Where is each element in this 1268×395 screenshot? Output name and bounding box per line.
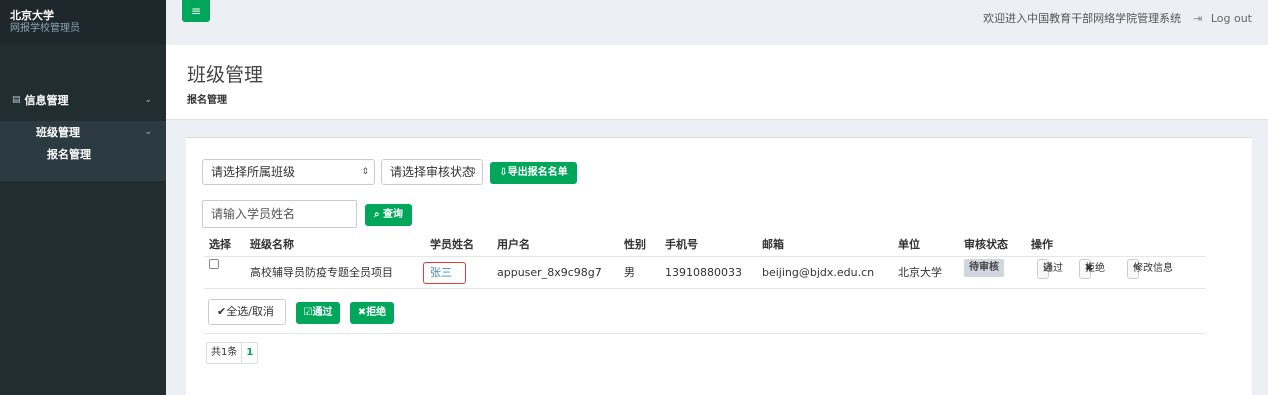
sidebar-item-label: 班级管理	[36, 126, 80, 139]
select-all-label: 全选/取消	[226, 305, 274, 318]
check-icon: ✔	[217, 305, 227, 318]
cell-class-name: 高校辅导员防疫专题全员项目	[250, 266, 393, 279]
col-header: 审核状态	[964, 238, 1008, 251]
cell-username: appuser_8x9c98g7	[497, 266, 602, 279]
col-header: 性别	[624, 238, 646, 251]
chevron-down-icon: ⌄	[144, 127, 152, 137]
row-reject-button[interactable]: ✖ 拒绝	[1079, 259, 1105, 279]
sidebar: 北京大学 网报学校管理员 ▤ 信息管理 ⌄ 班级管理 ⌄ 报名管理	[0, 0, 166, 395]
table-header: 选择 班级名称 学员姓名 用户名 性别 手机号 邮箱 单位 审核状态 操作	[186, 236, 1206, 256]
approve-label: 通过	[1043, 263, 1063, 274]
pager-total: 共1条	[211, 347, 238, 358]
welcome-text: 欢迎进入中国教育干部网络学院管理系统	[983, 12, 1182, 25]
content-header: 班级管理 报名管理	[166, 45, 1268, 120]
col-header: 操作	[1031, 238, 1053, 251]
logout-icon: ⇥	[1193, 11, 1203, 25]
sidebar-toggle-button[interactable]: ≡	[182, 0, 210, 22]
search-label: 查询	[383, 209, 404, 220]
select-arrow-icon: ⇕	[469, 167, 477, 177]
edit-label: 修改信息	[1133, 263, 1173, 274]
page-number-button[interactable]: 1	[241, 343, 257, 363]
close-icon: ✖	[357, 307, 367, 318]
brand: 北京大学 网报学校管理员	[0, 0, 166, 45]
student-name-input[interactable]: 请输入学员姓名	[202, 200, 357, 228]
sidebar-item-label: 报名管理	[47, 148, 91, 161]
select-all-button[interactable]: ✔全选/取消	[208, 299, 286, 325]
status-select-value: 请选择审核状态	[390, 165, 475, 179]
cell-phone: 13910880033	[665, 266, 742, 279]
main-box: 请选择所属班级 ⇕ 请选择审核状态 ⇕ ⇩导出报名名单 请输入学员姓名 ⌕ 查询…	[186, 137, 1252, 395]
divider	[204, 333, 1206, 334]
search-icon: ⌕	[373, 209, 380, 220]
col-header: 班级名称	[250, 238, 294, 251]
status-select[interactable]: 请选择审核状态 ⇕	[381, 159, 483, 185]
divider	[204, 256, 1206, 257]
sidebar-item-info-management[interactable]: ▤ 信息管理 ⌄	[0, 89, 166, 111]
header-right: 欢迎进入中国教育干部网络学院管理系统 ⇥ Log out	[983, 10, 1252, 26]
col-header: 用户名	[497, 238, 530, 251]
top-header: ≡ 欢迎进入中国教育干部网络学院管理系统 ⇥ Log out	[166, 0, 1268, 45]
bulk-reject-label: 拒绝	[366, 307, 387, 318]
status-badge: 待审核	[964, 259, 1004, 277]
bulk-approve-label: 通过	[312, 307, 333, 318]
row-checkbox[interactable]	[209, 259, 219, 269]
reject-label: 拒绝	[1085, 263, 1105, 274]
class-select-value: 请选择所属班级	[211, 165, 296, 179]
bulk-reject-button[interactable]: ✖拒绝	[350, 302, 394, 324]
sidebar-item-label: 信息管理	[24, 94, 69, 107]
table-row: 高校辅导员防疫专题全员项目 张三 appuser_8x9c98g7 男 1391…	[186, 259, 1206, 287]
cell-email: beijing@bjdx.edu.cn	[762, 266, 875, 279]
page-subtitle: 报名管理	[187, 95, 227, 106]
col-header: 学员姓名	[430, 238, 474, 251]
page-title: 班级管理	[187, 64, 264, 86]
submenu: 班级管理 ⌄ 报名管理	[0, 121, 166, 181]
logout-button[interactable]: ⇥ Log out	[1193, 12, 1252, 25]
cell-gender: 男	[624, 266, 635, 279]
export-button[interactable]: ⇩导出报名名单	[490, 162, 577, 184]
select-arrow-icon: ⇕	[361, 167, 369, 177]
logout-label: Log out	[1210, 11, 1252, 25]
col-header: 手机号	[665, 238, 698, 251]
brand-subtitle: 网报学校管理员	[10, 23, 80, 34]
sidebar-item-registration-management[interactable]: 报名管理	[0, 143, 166, 165]
sidebar-item-class-management[interactable]: 班级管理 ⌄	[0, 121, 166, 143]
brand-title: 北京大学	[10, 9, 54, 22]
bulk-approve-button[interactable]: ☑通过	[296, 302, 340, 324]
col-header: 单位	[898, 238, 920, 251]
chevron-down-icon: ⌄	[144, 95, 152, 105]
search-button[interactable]: ⌕ 查询	[365, 204, 412, 226]
sidebar-menu: ▤ 信息管理 ⌄ 班级管理 ⌄ 报名管理	[0, 89, 166, 181]
card-icon: ▤	[12, 95, 21, 105]
cell-unit: 北京大学	[898, 266, 942, 279]
col-header: 邮箱	[762, 238, 784, 251]
row-edit-button[interactable]: ✎ 修改信息	[1127, 259, 1173, 279]
student-name-link[interactable]: 张三	[423, 262, 466, 284]
class-select[interactable]: 请选择所属班级 ⇕	[202, 159, 375, 185]
pagination: 共1条 1	[206, 342, 259, 364]
col-header: 选择	[209, 238, 231, 251]
divider	[204, 288, 1206, 289]
row-approve-button[interactable]: ☑ 通过	[1037, 259, 1063, 279]
